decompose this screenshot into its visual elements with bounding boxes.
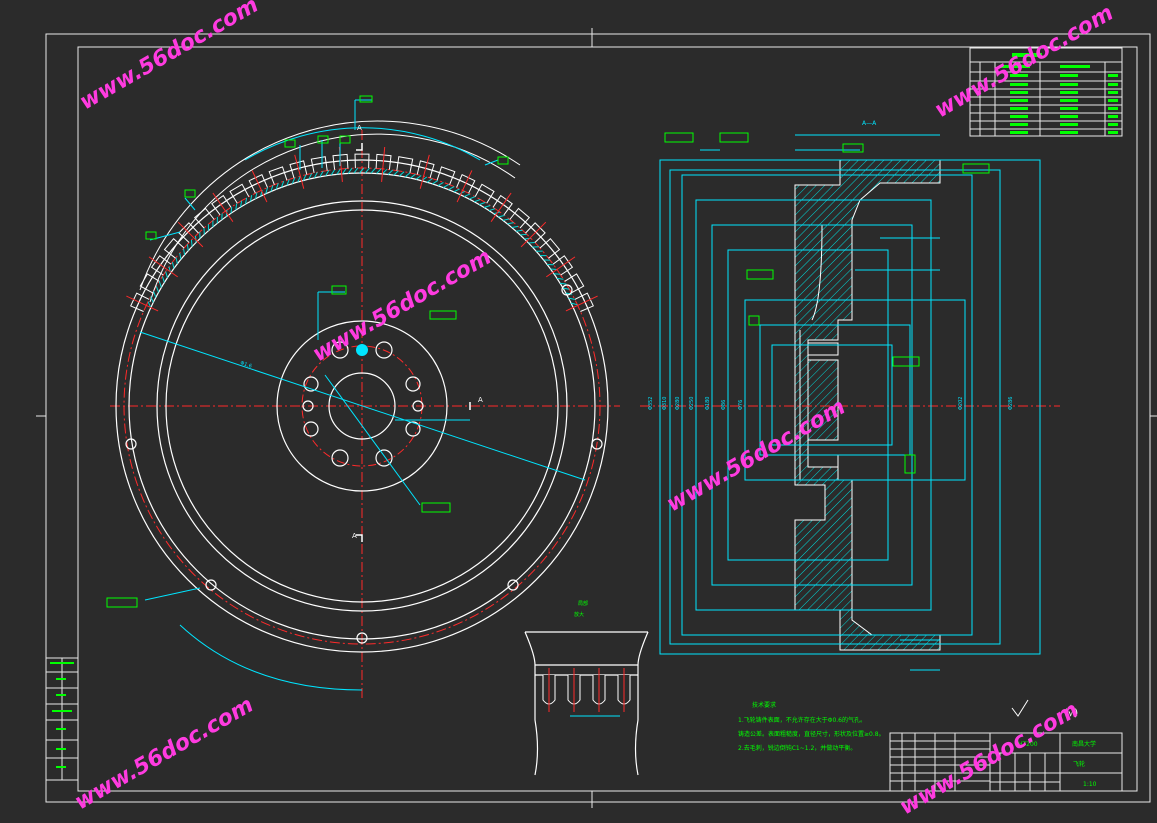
detail-scale: 放大	[574, 611, 584, 618]
svg-text:Φ352: Φ352	[648, 397, 654, 410]
svg-text:Φ86: Φ86	[721, 400, 727, 410]
hatch-mark	[553, 273, 561, 275]
svg-text:Φ76: Φ76	[738, 400, 744, 410]
drawing-canvas: A A A Φ1.6 Φ352 Φ310 Φ280 Φ250 Φ180 Φ86 …	[0, 0, 1157, 823]
title-scale: 1:10	[1083, 781, 1097, 788]
hatch-mark	[230, 206, 233, 214]
svg-text:Φ310: Φ310	[662, 397, 668, 410]
section-label-bottom: A	[352, 532, 357, 540]
section-view-title: A—A	[862, 120, 877, 127]
section-label-right: A	[478, 396, 483, 404]
svg-text:Φ280: Φ280	[675, 397, 681, 410]
requirements-title: 技术要求	[752, 701, 776, 709]
hatch-mark	[550, 268, 558, 270]
requirements-line-1: 1.飞轮铸件表面，不允许存在大于Φ0.6的气孔。	[738, 716, 866, 724]
svg-text:Φ180: Φ180	[705, 397, 711, 410]
svg-text:Φ250: Φ250	[689, 397, 695, 410]
hatch-mark	[528, 242, 535, 244]
svg-text:Φ202: Φ202	[958, 397, 964, 410]
section-label-top: A	[357, 124, 362, 132]
svg-text:Φ286: Φ286	[1008, 397, 1014, 410]
detail-title: 局部	[578, 600, 588, 607]
requirements-line-3: 2.去毛刺，锐边倒钝C1~1.2，并做动平衡。	[738, 744, 856, 752]
title-school: 南昌大学	[1072, 740, 1096, 748]
requirements-line-2: 铸造公差。表面粗糙度，直径尺寸，形状及位置≥0.8。	[738, 730, 885, 738]
title-part-name: 飞轮	[1073, 760, 1085, 768]
